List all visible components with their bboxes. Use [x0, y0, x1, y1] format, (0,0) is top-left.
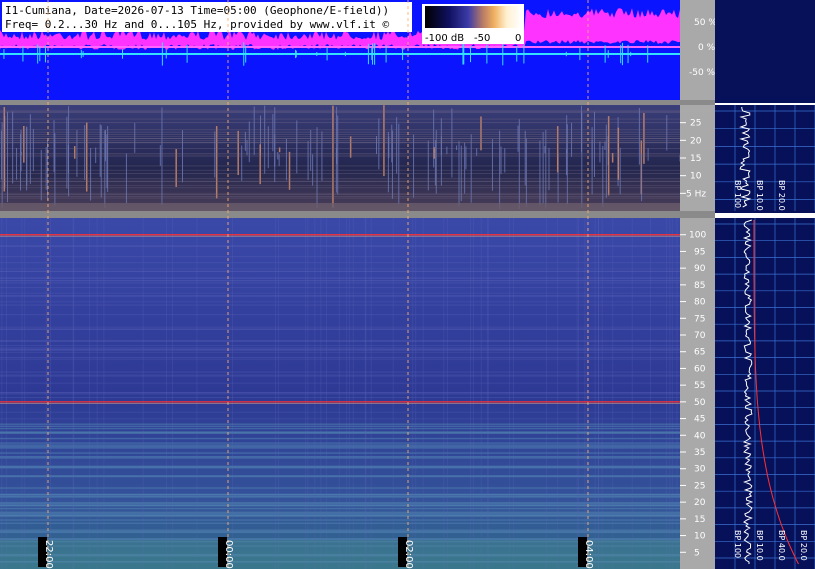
low-bottom-band: [0, 203, 680, 211]
high-tick-label: 80: [694, 298, 706, 308]
high-tick-label: 95: [694, 247, 705, 257]
low-tick-label: 25: [690, 119, 701, 129]
high-tick-label: 5: [694, 548, 700, 558]
time-label: 04:00: [583, 540, 594, 569]
amplitude-baseline: [0, 46, 680, 48]
side-label: BP 20.0: [799, 530, 808, 561]
side-label: BP 10.0: [755, 180, 764, 211]
amp-tick-0: 0 %: [698, 43, 716, 53]
high-tick-label: 85: [694, 281, 705, 291]
high-tick-label: 15: [694, 515, 705, 525]
high-side-panel: [715, 218, 815, 569]
high-tick-label: 45: [694, 415, 705, 425]
high-tick-label: 55: [694, 381, 705, 391]
amp-tick-50: 50 %: [694, 18, 717, 28]
separator-top: [0, 100, 715, 105]
colorbar: [425, 6, 521, 28]
title-line-1: I1-Cumiana, Date=2026-07-13 Time=05:00 (…: [5, 4, 389, 17]
side-label: BP 10.0: [755, 530, 764, 561]
high-tick-label: 35: [694, 448, 705, 458]
colorbar-label-min: -100 dB: [425, 33, 464, 44]
spectrogram-low: [0, 105, 680, 211]
high-tick-label: 75: [694, 314, 705, 324]
side-label: BP 100: [733, 530, 742, 558]
high-tick-label: 60: [694, 364, 706, 374]
low-tick-label: 5 Hz: [686, 189, 706, 199]
high-tick-label: 20: [694, 498, 706, 508]
low-tick-label: 15: [690, 154, 701, 164]
high-tick-label: 65: [694, 348, 705, 358]
vlf-display: I1-Cumiana, Date=2026-07-13 Time=05:00 (…: [0, 0, 815, 569]
side-label: BP 40.0: [777, 530, 786, 561]
high-tick-label: 40: [694, 431, 706, 441]
low-tick-label: 20: [690, 136, 702, 146]
colorbar-label-mid: -50: [474, 33, 490, 44]
time-label: 00:00: [223, 540, 234, 569]
title-line-2: Freq= 0.2...30 Hz and 0...105 Hz, provid…: [5, 18, 389, 31]
high-tick-label: 100: [689, 231, 706, 241]
side-label: BP 20.0: [777, 180, 786, 211]
high-tick-label: 25: [694, 481, 705, 491]
high-tick-label: 30: [694, 465, 706, 475]
low-tick-label: 10: [690, 172, 702, 182]
spectrogram-chart: I1-Cumiana, Date=2026-07-13 Time=05:00 (…: [0, 0, 815, 569]
high-tick-label: 90: [694, 264, 706, 274]
side-label: BP 100: [733, 180, 742, 208]
low-side-labels: BP 100 BP 10.0 BP 20.0: [733, 180, 786, 211]
time-label: 02:00: [403, 540, 414, 569]
separator-mid: [0, 211, 715, 218]
amp-side-panel: [715, 0, 815, 103]
high-tick-label: 70: [694, 331, 706, 341]
high-tick-label: 50: [694, 398, 706, 408]
time-label: 22:00: [43, 540, 54, 569]
low-side-panel: [715, 105, 815, 213]
amp-tick-neg50: -50 %: [689, 68, 716, 78]
high-tick-label: 10: [694, 532, 706, 542]
colorbar-label-max: 0: [515, 33, 521, 44]
